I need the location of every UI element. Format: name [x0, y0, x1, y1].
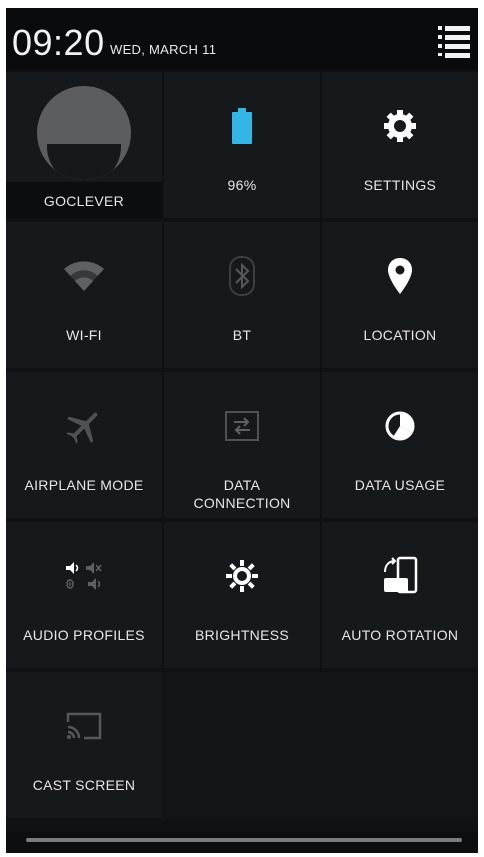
tile-data-connection-line2: CONNECTION — [193, 495, 291, 511]
tile-bluetooth-label: BT — [232, 327, 252, 343]
tile-settings[interactable]: SETTINGS — [322, 72, 478, 218]
tile-location[interactable]: LOCATION — [322, 222, 478, 368]
tile-airplane-mode-label: AIRPLANE MODE — [24, 477, 144, 493]
tile-audio-profiles-label: AUDIO PROFILES — [23, 627, 145, 643]
clock-time: 09:20 — [12, 22, 105, 63]
tile-data-connection[interactable]: DATA CONNECTION — [164, 372, 320, 518]
tile-settings-label: SETTINGS — [363, 177, 437, 193]
tile-data-usage-label: DATA USAGE — [354, 477, 446, 493]
status-header: 09:20 WED, MARCH 11 — [6, 8, 478, 70]
drag-handle[interactable] — [26, 838, 462, 842]
tile-cast-screen[interactable]: CAST SCREEN — [6, 672, 162, 818]
empty-area — [164, 672, 478, 818]
tile-auto-rotation-label: AUTO ROTATION — [341, 627, 459, 643]
panel-bottom-bar — [6, 832, 478, 853]
data-usage-icon — [385, 411, 415, 441]
cast-screen-icon — [66, 712, 102, 740]
tile-user-label: GOCLEVER — [43, 193, 125, 209]
notification-list-icon[interactable] — [432, 24, 472, 60]
tile-data-connection-line1: DATA — [223, 477, 261, 493]
tile-wifi-label: WI-FI — [66, 327, 102, 343]
tile-location-label: LOCATION — [363, 327, 437, 343]
tile-wifi[interactable]: WI-FI — [6, 222, 162, 368]
gear-icon — [384, 110, 416, 142]
user-avatar-icon — [37, 86, 131, 180]
tile-bluetooth[interactable]: BT — [164, 222, 320, 368]
airplane-icon — [66, 412, 98, 444]
bluetooth-icon — [229, 256, 255, 296]
quick-settings-panel: 09:20 WED, MARCH 11 GOCLEVER 96% SETTING… — [6, 8, 478, 853]
wifi-icon — [64, 261, 104, 291]
battery-icon — [232, 108, 252, 144]
data-connection-icon — [225, 411, 259, 441]
brightness-icon — [226, 560, 258, 592]
location-pin-icon — [388, 258, 412, 294]
tile-brightness[interactable]: BRIGHTNESS — [164, 522, 320, 668]
audio-profiles-icon — [66, 562, 102, 590]
tile-cast-screen-label: CAST SCREEN — [32, 777, 136, 793]
tile-battery-label: 96% — [227, 177, 257, 193]
tile-user[interactable]: GOCLEVER — [6, 72, 162, 218]
tile-auto-rotation[interactable]: AUTO ROTATION — [322, 522, 478, 668]
tile-audio-profiles[interactable]: AUDIO PROFILES — [6, 522, 162, 668]
tile-grid: GOCLEVER 96% SETTINGS WI-FI BT LOCATION … — [6, 72, 478, 832]
date-label: WED, MARCH 11 — [110, 42, 217, 57]
tile-brightness-label: BRIGHTNESS — [194, 627, 289, 643]
tile-battery[interactable]: 96% — [164, 72, 320, 218]
tile-airplane-mode[interactable]: AIRPLANE MODE — [6, 372, 162, 518]
tile-data-usage[interactable]: DATA USAGE — [322, 372, 478, 518]
auto-rotation-icon — [384, 556, 418, 594]
tile-data-connection-label: DATA CONNECTION — [164, 476, 320, 512]
